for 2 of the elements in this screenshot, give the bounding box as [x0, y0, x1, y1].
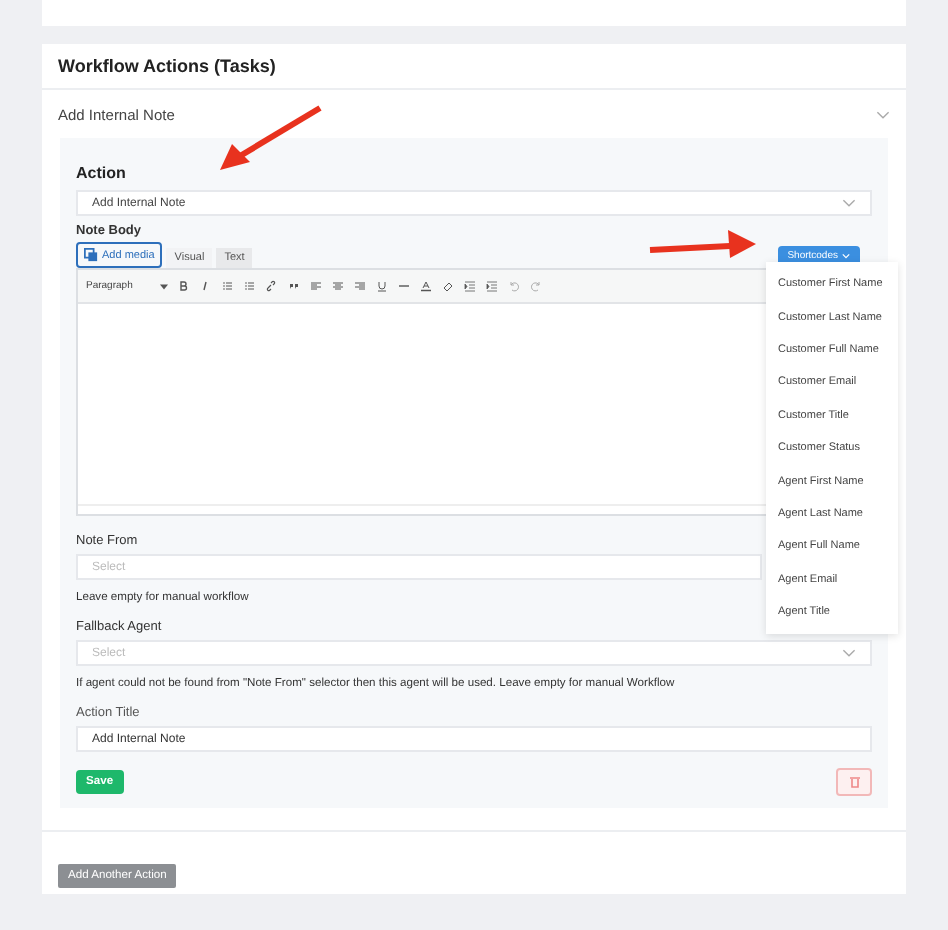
section-title: Workflow Actions (Tasks)	[42, 44, 906, 90]
field-label: Action	[76, 164, 128, 182]
